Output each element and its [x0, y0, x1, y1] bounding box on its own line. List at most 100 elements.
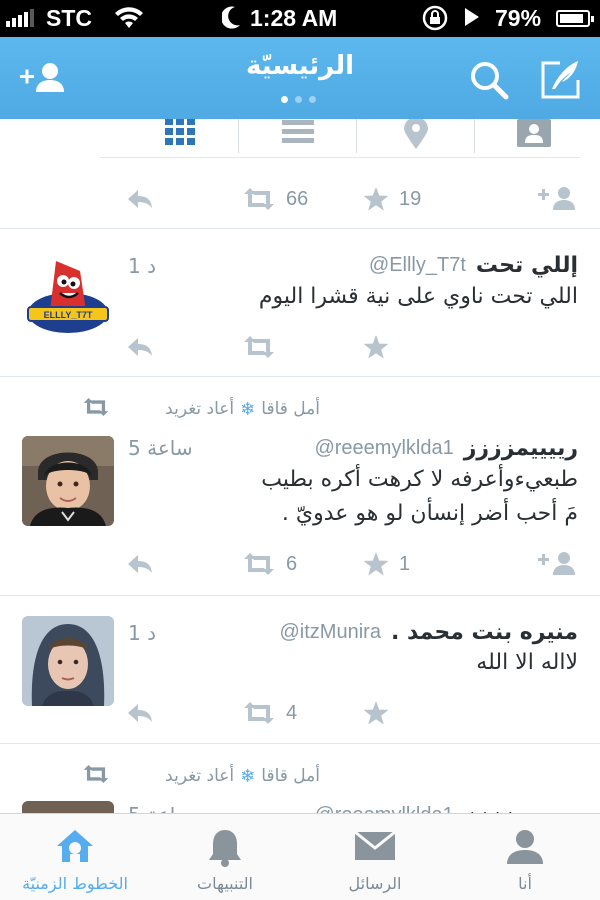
- retweeted-by-line: أمل قاقا ❄ أعاد تغريد: [165, 761, 320, 791]
- tweet-timestamp: 1 د: [128, 621, 156, 645]
- person-icon: [507, 830, 543, 864]
- favorite-button[interactable]: [363, 327, 389, 367]
- retweet-button[interactable]: 66: [242, 179, 308, 219]
- status-time: 1:28 AM: [250, 5, 338, 31]
- tab-timelines[interactable]: الخطوط الزمنيّة: [0, 814, 150, 900]
- grid-view-tab[interactable]: [121, 119, 239, 157]
- follow-button[interactable]: [538, 179, 580, 219]
- tweet-card[interactable]: منيره بنت محمد . @itzMunira 1 د لااله ال…: [0, 596, 600, 744]
- retweet-button[interactable]: 4: [242, 693, 297, 733]
- battery-icon: [556, 10, 594, 27]
- reply-icon: [128, 704, 152, 722]
- grid-icon: [165, 119, 195, 145]
- profile-filter-bar: [0, 119, 600, 163]
- tab-label: الخطوط الزمنيّة: [22, 874, 128, 893]
- moon-icon: [220, 4, 242, 36]
- profile-card-tab[interactable]: [475, 119, 593, 157]
- avatar-logo-image: ELLLY_T7T: [22, 249, 114, 339]
- favorite-button[interactable]: 19: [363, 179, 421, 219]
- location-pin-icon: [404, 119, 428, 149]
- tab-label: الرسائل: [348, 874, 402, 893]
- tweet-text: اللي تحت ناوي على نية قشرا اليوم: [258, 284, 578, 309]
- add-user-icon: [538, 552, 575, 575]
- search-button[interactable]: [466, 57, 514, 103]
- reply-icon: [128, 338, 152, 356]
- page-dot: [281, 96, 288, 103]
- compose-tweet-button[interactable]: [538, 57, 586, 103]
- tweet-card[interactable]: أمل قاقا ❄ أعاد تغريد رييييمزززز @reeemy…: [0, 377, 600, 596]
- retweet-icon: [244, 336, 274, 358]
- snowflake-icon: ❄: [240, 398, 256, 420]
- retweet-icon: [83, 397, 109, 417]
- retweet-count: 6: [286, 552, 298, 575]
- tweet-text: لااله الا الله: [476, 650, 578, 675]
- compose-icon: [541, 61, 580, 99]
- reply-button[interactable]: [126, 693, 154, 733]
- retweeted-label: أعاد تغريد: [165, 399, 235, 419]
- retweet-count: 4: [286, 701, 298, 724]
- search-icon: [471, 62, 509, 100]
- avatar-photo-child: [22, 436, 114, 526]
- battery-percent: 79%: [495, 5, 542, 31]
- tab-label: أنا: [518, 874, 532, 893]
- retweeter-name[interactable]: أمل قاقا: [261, 766, 320, 786]
- star-icon: [363, 334, 389, 358]
- tab-messages[interactable]: الرسائل: [300, 814, 450, 900]
- retweet-icon: [83, 764, 109, 784]
- status-bar: STC 1:28 AM 79%: [0, 0, 600, 37]
- tweet-card[interactable]: 66 19: [0, 163, 600, 229]
- envelope-icon: [354, 830, 396, 860]
- page-indicator: [281, 96, 316, 103]
- retweet-button[interactable]: [242, 327, 276, 367]
- tweet-actions: [0, 327, 600, 367]
- play-icon: [465, 8, 479, 26]
- tab-me[interactable]: أنا: [450, 814, 600, 900]
- reply-button[interactable]: [126, 544, 154, 584]
- signal-strength-icon: [6, 9, 34, 27]
- star-icon: [363, 700, 389, 724]
- tab-bar: الخطوط الزمنيّة التنبيهات الرسائل أنا: [0, 813, 600, 900]
- star-icon: [363, 186, 389, 210]
- retweeted-by-line: أمل قاقا ❄ أعاد تغريد: [165, 394, 320, 424]
- snowflake-icon: ❄: [240, 765, 256, 787]
- favorite-count: 1: [399, 552, 411, 575]
- reply-button[interactable]: [126, 179, 154, 219]
- tweet-card[interactable]: ELLLY_T7T إللي تحت @Ellly_T7t 1 د اللي ت…: [0, 229, 600, 377]
- location-tab[interactable]: [357, 119, 475, 157]
- carrier-label: STC: [46, 5, 92, 31]
- reply-icon: [128, 555, 152, 573]
- favorite-button[interactable]: 1: [363, 544, 410, 584]
- retweet-icon: [244, 553, 274, 575]
- tab-notifications[interactable]: التنبيهات: [150, 814, 300, 900]
- retweet-icon: [244, 188, 274, 210]
- home-icon: [57, 830, 93, 862]
- rotation-lock-icon: [420, 4, 450, 38]
- tweet-timestamp: 5 ساعة: [128, 436, 193, 460]
- tweet-actions: 66 19: [0, 179, 600, 219]
- wifi-icon: [114, 4, 144, 36]
- tweet-actions: 6 1: [0, 544, 600, 584]
- list-view-tab[interactable]: [239, 119, 357, 157]
- retweeted-label: أعاد تغريد: [165, 766, 235, 786]
- star-icon: [363, 551, 389, 575]
- tab-label: التنبيهات: [197, 874, 253, 893]
- retweet-button[interactable]: 6: [242, 544, 297, 584]
- retweet-count: 66: [286, 187, 309, 210]
- reply-icon: [128, 190, 152, 208]
- tweet-timestamp: 1 د: [128, 254, 156, 278]
- avatar[interactable]: [22, 801, 114, 813]
- page-dot: [295, 96, 302, 103]
- retweeter-name[interactable]: أمل قاقا: [261, 399, 320, 419]
- list-icon: [282, 120, 314, 143]
- avatar[interactable]: [22, 436, 114, 526]
- favorite-button[interactable]: [363, 693, 389, 733]
- bell-icon: [209, 830, 241, 867]
- tweet-card[interactable]: أمل قاقا ❄ أعاد تغريد رييييمزززز @reeemy…: [0, 744, 600, 813]
- follow-button[interactable]: [538, 544, 580, 584]
- tweet-text-line: مَ أحب أضر إنسأن لو هو عدويّ .: [281, 501, 578, 526]
- reply-button[interactable]: [126, 327, 154, 367]
- avatar-photo-child: [22, 801, 114, 813]
- avatar[interactable]: ELLLY_T7T: [22, 249, 114, 339]
- favorite-count: 19: [399, 187, 422, 210]
- svg-text:ELLLY_T7T: ELLLY_T7T: [44, 310, 93, 320]
